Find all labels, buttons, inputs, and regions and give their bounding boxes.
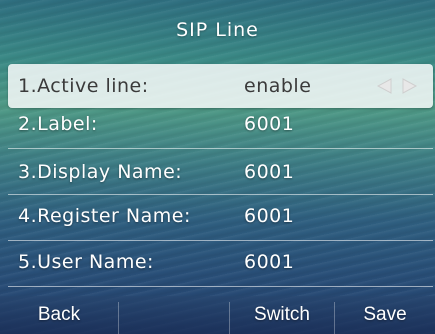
switch-button[interactable]: Switch [230,296,334,334]
row-label-field[interactable]: 2.Label: 6001 [8,102,433,146]
row-display-name[interactable]: 3.Display Name: 6001 [8,150,433,194]
arrow-right-icon[interactable] [401,76,419,96]
row-label: 2.Label: [18,113,98,135]
phone-screen: SIP Line 1.Active line: enable 2.Label: … [0,0,435,334]
row-register-name[interactable]: 4.Register Name: 6001 [8,194,433,238]
row-label: 3.Display Name: [18,161,183,183]
row-divider [8,148,433,149]
arrow-left-icon[interactable] [375,76,393,96]
row-value: 6001 [244,113,295,135]
empty-softkey[interactable] [119,296,229,334]
row-value: enable [244,75,312,97]
back-button[interactable]: Back [0,296,118,334]
row-label: 4.Register Name: [18,205,191,227]
row-user-name[interactable]: 5.User Name: 6001 [8,240,433,284]
page-title: SIP Line [176,19,259,41]
option-switcher[interactable] [375,76,419,96]
row-value: 6001 [244,161,295,183]
softkey-bar: Back Switch Save [0,296,435,334]
row-divider [8,286,433,287]
row-value: 6001 [244,205,295,227]
row-value: 6001 [244,251,295,273]
save-button[interactable]: Save [335,296,435,334]
row-label: 5.User Name: [18,251,154,273]
row-label: 1.Active line: [18,75,149,97]
